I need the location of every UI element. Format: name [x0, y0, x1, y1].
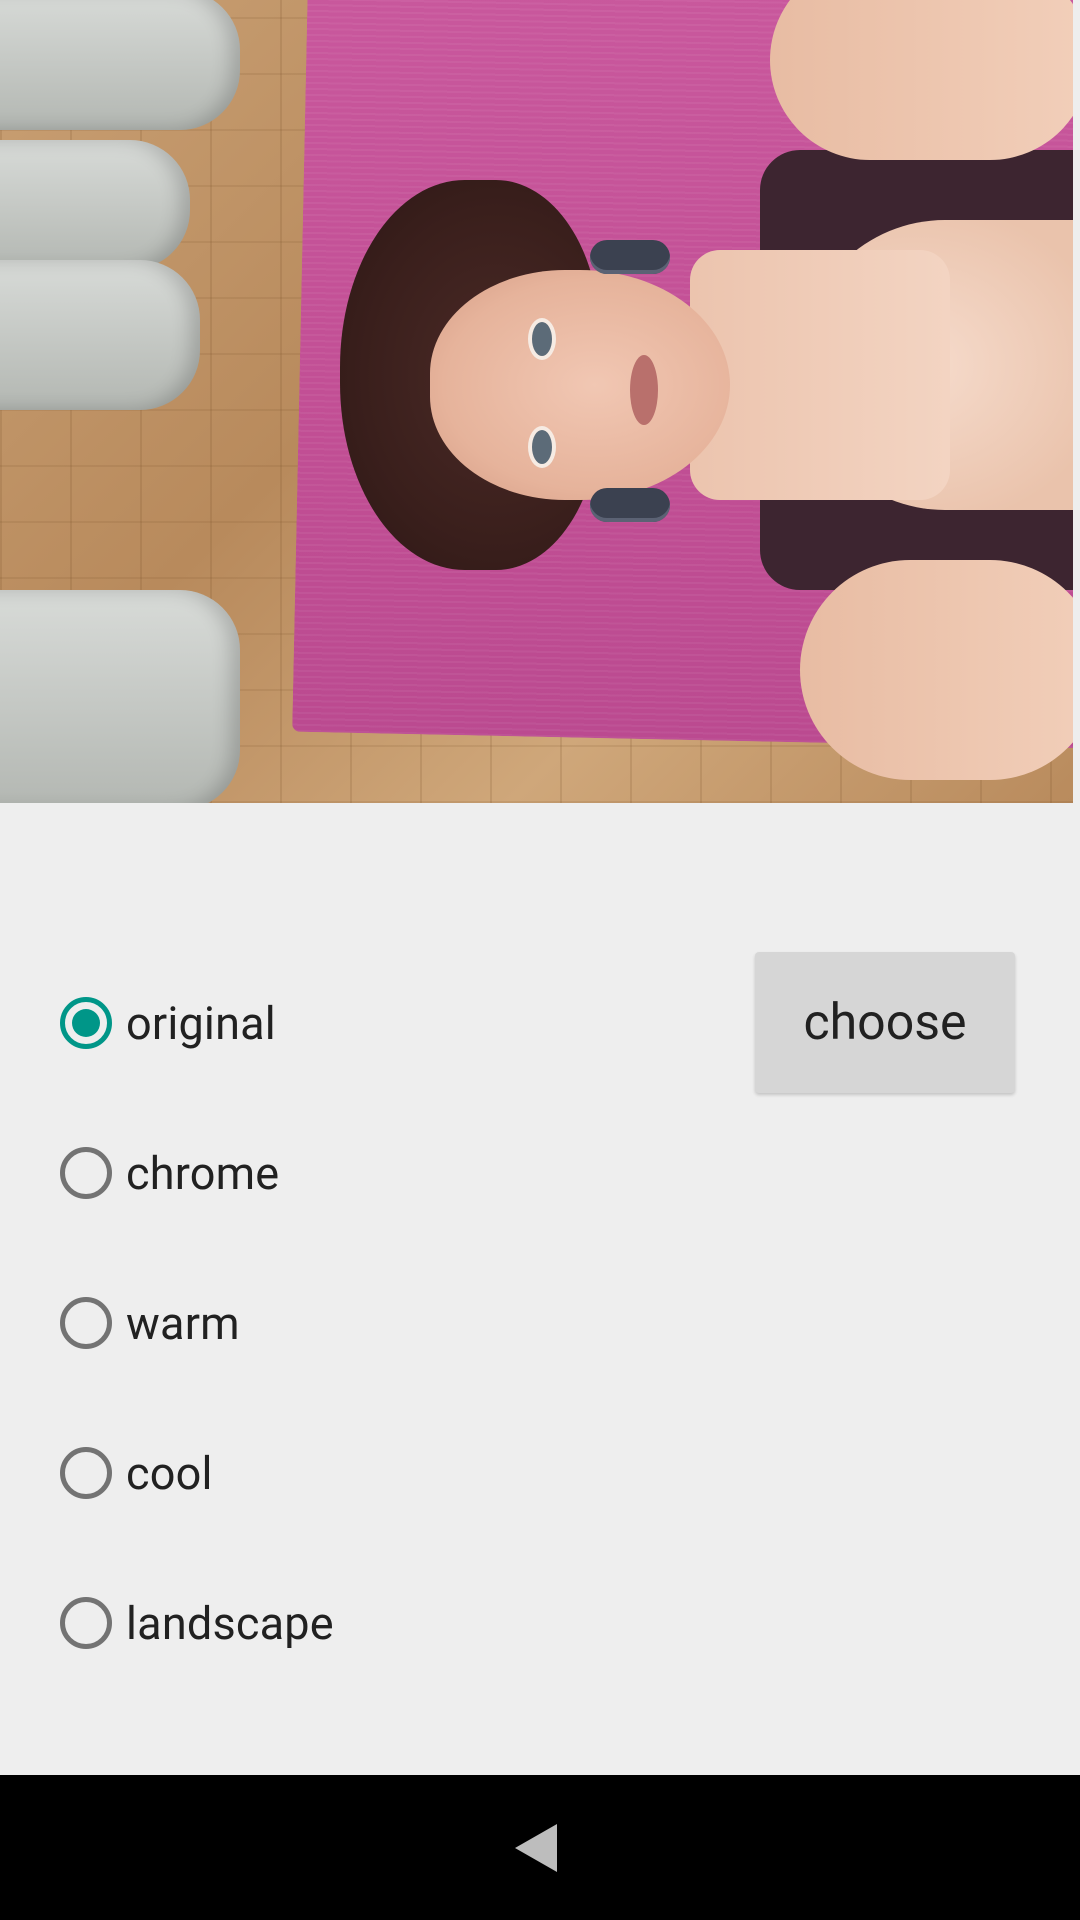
curtain-fold: [0, 140, 190, 270]
radio-checked-icon[interactable]: [60, 997, 112, 1049]
radio-option-warm[interactable]: warm: [60, 1283, 240, 1363]
radio-unchecked-icon[interactable]: [60, 1447, 112, 1499]
curtain-fold: [0, 590, 240, 803]
face: [430, 270, 730, 500]
radio-option-landscape[interactable]: landscape: [60, 1583, 334, 1663]
arm: [770, 0, 1073, 160]
arm: [800, 560, 1073, 780]
radio-unchecked-icon[interactable]: [60, 1147, 112, 1199]
photo-preview: [0, 0, 1073, 803]
eye: [528, 318, 556, 360]
radio-label: warm: [126, 1296, 240, 1350]
choose-button[interactable]: choose: [755, 952, 1015, 1093]
back-button[interactable]: [505, 1820, 569, 1876]
headphone-icon: [590, 488, 670, 522]
navigation-bar: [0, 1775, 1080, 1920]
radio-dot-icon: [72, 1009, 100, 1037]
radio-label: original: [126, 996, 276, 1050]
radio-option-original[interactable]: original: [60, 983, 276, 1063]
back-triangle-icon: [515, 1824, 557, 1872]
curtain-fold: [0, 0, 240, 130]
radio-label: landscape: [126, 1596, 334, 1650]
app-screen: original chrome warm cool landscape choo…: [0, 0, 1080, 1920]
radio-option-cool[interactable]: cool: [60, 1433, 213, 1513]
curtain-fold: [0, 260, 200, 410]
eye: [528, 426, 556, 468]
radio-unchecked-icon[interactable]: [60, 1297, 112, 1349]
mouth: [630, 355, 658, 425]
radio-label: chrome: [126, 1146, 280, 1200]
radio-unchecked-icon[interactable]: [60, 1597, 112, 1649]
radio-option-chrome[interactable]: chrome: [60, 1133, 279, 1213]
radio-label: cool: [126, 1446, 213, 1500]
headphone-icon: [590, 240, 670, 274]
